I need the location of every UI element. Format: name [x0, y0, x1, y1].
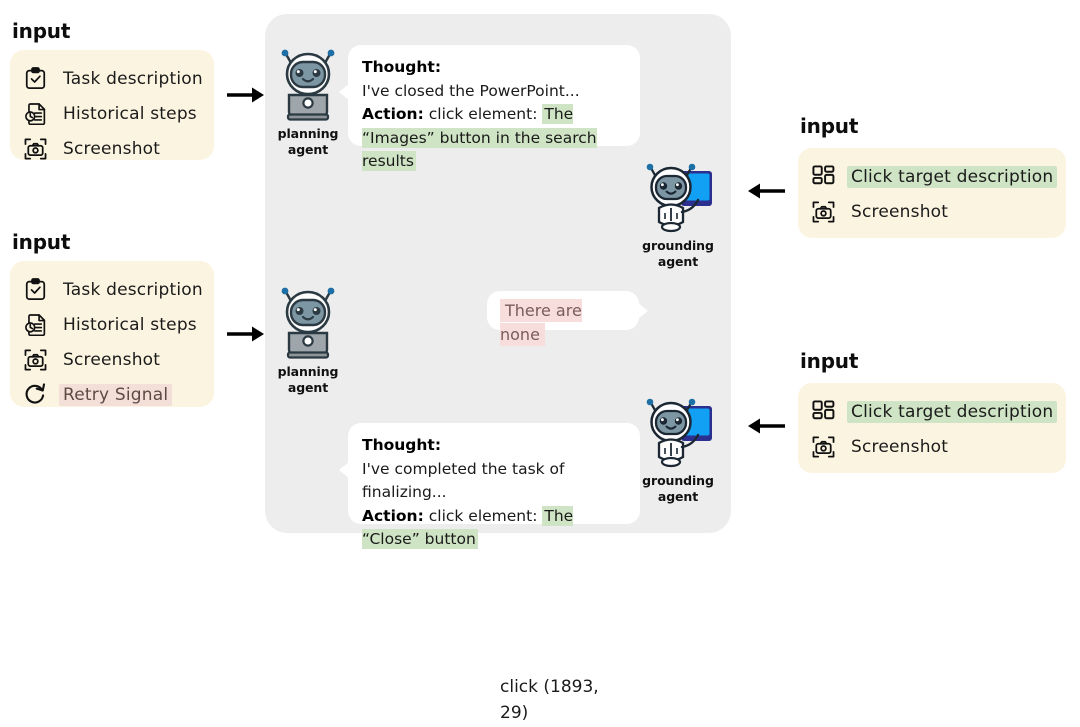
planning-agent-1-bubble: Thought: I've closed the PowerPoint... A…: [339, 45, 640, 172]
arrow-input-to-grounding-1: [745, 180, 785, 202]
left-input-2-item-task-description: Task description: [23, 272, 203, 307]
right-input-2-item-screenshot: Screenshot: [811, 429, 1052, 464]
left-input-2-item-screenshot: Screenshot: [23, 342, 200, 377]
grid-blocks-icon: [811, 164, 836, 189]
document-clock-icon: [23, 101, 48, 126]
right-input-1-item-label: Click target description: [847, 165, 1058, 188]
right-input-2-caption: input: [800, 349, 859, 373]
grounding-agent-1-bubble: There are none: [487, 291, 648, 347]
left-input-2-item-historical-steps: Historical steps: [23, 307, 200, 342]
planning-agent-2-label: planning agent: [277, 364, 339, 395]
action-label: Action:: [362, 506, 424, 525]
clipboard-check-icon: [23, 66, 48, 91]
grounding-agent-2: grounding agent: [641, 395, 715, 505]
grounding-agent-robot-icon: [641, 395, 715, 471]
arrow-input-to-planning-2: [227, 323, 265, 345]
right-input-1-caption: input: [800, 114, 859, 138]
right-input-1-card: Click target description Screenshot: [798, 148, 1066, 238]
thought-label: Thought:: [362, 58, 442, 76]
arrow-input-to-planning-1: [227, 84, 265, 106]
left-input-2-caption: input: [12, 230, 71, 254]
screenshot-camera-icon: [811, 199, 836, 224]
left-input-1-card: Task description Historical steps Screen…: [10, 50, 214, 160]
left-input-1-item-label: Screenshot: [63, 138, 161, 159]
right-input-1-item-screenshot: Screenshot: [811, 194, 1052, 229]
right-input-1-item-label: Screenshot: [851, 201, 949, 222]
right-input-2-card: Click target description Screenshot: [798, 383, 1066, 473]
document-clock-icon: [23, 312, 48, 337]
planning-agent-robot-icon: [274, 285, 342, 361]
left-input-1-item-screenshot: Screenshot: [23, 131, 200, 166]
planning-agent-1: planning agent: [274, 47, 342, 158]
action-label: Action:: [362, 105, 424, 124]
left-input-1-caption: input: [12, 19, 71, 43]
left-input-1-item-task-description: Task description: [23, 61, 203, 96]
grounding-agent-2-bubble: click (1893, 29): [487, 666, 648, 723]
grid-blocks-icon: [811, 399, 836, 424]
left-input-2-item-label: Screenshot: [63, 349, 161, 370]
left-input-2-item-retry-signal: Retry Signal: [23, 377, 200, 412]
left-input-2-card: Task description Historical steps Screen…: [10, 261, 214, 407]
arrow-input-to-grounding-2: [745, 415, 785, 437]
grounding-agent-1: grounding agent: [641, 160, 715, 270]
grounding-agent-1-label: grounding agent: [642, 238, 714, 269]
grounding-response-text: click (1893, 29): [500, 677, 599, 723]
right-input-1-item-click-target-description: Click target description: [811, 159, 1058, 194]
grounding-agent-robot-icon: [641, 160, 715, 236]
right-input-2-item-label: Click target description: [847, 400, 1058, 423]
left-input-2-item-label: Task description: [63, 279, 203, 300]
left-input-2-item-label: Retry Signal: [59, 383, 173, 406]
left-input-1-item-historical-steps: Historical steps: [23, 96, 200, 131]
clipboard-check-icon: [23, 277, 48, 302]
left-input-1-item-label: Task description: [63, 68, 203, 89]
planning-agent-2-bubble: Thought: I've completed the task of fina…: [339, 423, 640, 550]
thought-text: I've closed the PowerPoint...: [362, 81, 580, 100]
planning-agent-1-label: planning agent: [277, 126, 339, 157]
screenshot-camera-icon: [23, 136, 48, 161]
planning-agent-robot-icon: [274, 47, 342, 123]
thought-label: Thought:: [362, 436, 442, 454]
screenshot-camera-icon: [23, 347, 48, 372]
retry-refresh-icon: [23, 382, 48, 407]
right-input-2-item-label: Screenshot: [851, 436, 949, 457]
action-prefix: click element:: [428, 506, 538, 525]
left-input-2-item-label: Historical steps: [63, 314, 197, 335]
grounding-agent-2-label: grounding agent: [642, 473, 714, 504]
planning-agent-2: planning agent: [274, 285, 342, 396]
action-prefix: click element:: [428, 105, 538, 124]
thought-text: I've completed the task of finalizing...: [362, 459, 565, 502]
left-input-1-item-label: Historical steps: [63, 103, 197, 124]
right-input-2-item-click-target-description: Click target description: [811, 394, 1058, 429]
screenshot-camera-icon: [811, 434, 836, 459]
grounding-response-text: There are none: [500, 299, 582, 347]
